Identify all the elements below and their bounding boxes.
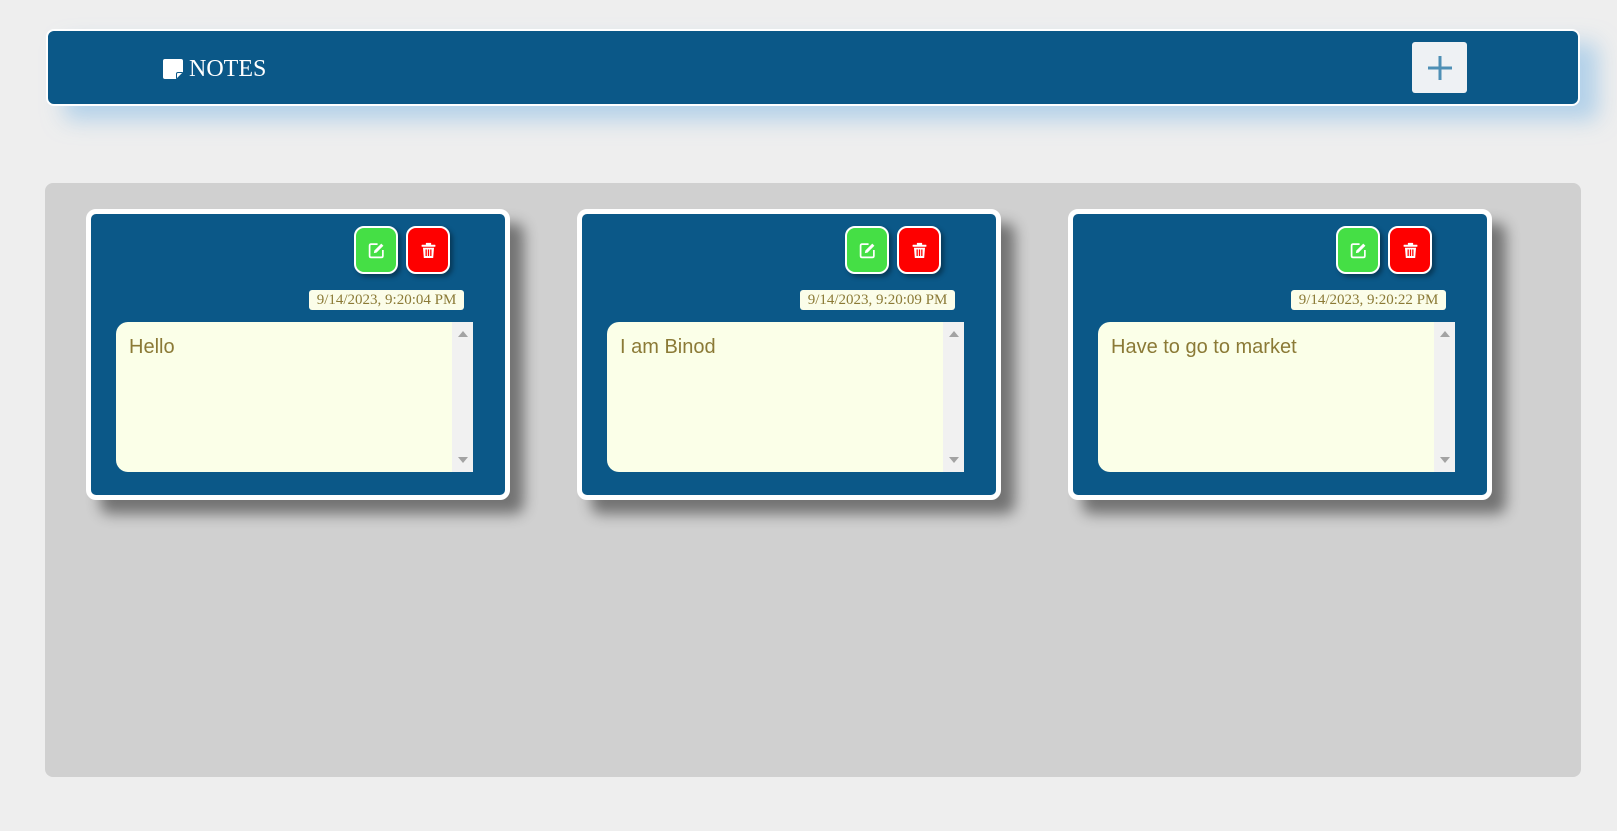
edit-icon [1350,242,1366,258]
scroll-up-arrow-icon[interactable] [949,331,959,337]
note-scrollbar[interactable] [1434,322,1455,472]
plus-icon [1427,55,1452,80]
trash-icon [1403,242,1417,258]
note-text: I am Binod [620,336,716,358]
edit-button[interactable] [845,226,889,274]
scroll-up-arrow-icon[interactable] [458,331,468,337]
scroll-down-arrow-icon[interactable] [1440,457,1450,463]
delete-button[interactable] [897,226,941,274]
app-header: NOTES [46,29,1580,106]
note-textarea[interactable]: Hello [116,322,473,472]
edit-icon [368,242,384,258]
app-title: NOTES [189,55,267,82]
note-scrollbar[interactable] [943,322,964,472]
scroll-up-arrow-icon[interactable] [1440,331,1450,337]
note-card: 9/14/2023, 9:20:09 PM I am Binod [577,209,1001,500]
scroll-down-arrow-icon[interactable] [458,457,468,463]
delete-button[interactable] [1388,226,1432,274]
note-textarea[interactable]: Have to go to market [1098,322,1455,472]
note-card: 9/14/2023, 9:20:22 PM Have to go to mark… [1068,209,1492,500]
trash-icon [912,242,926,258]
edit-icon [859,242,875,258]
note-scrollbar[interactable] [452,322,473,472]
notes-board: 9/14/2023, 9:20:04 PM Hello 9/14/2023, 9… [45,183,1581,777]
app-brand: NOTES [162,55,266,83]
note-textarea[interactable]: I am Binod [607,322,964,472]
note-timestamp: 9/14/2023, 9:20:22 PM [1291,290,1446,310]
note-text: Have to go to market [1111,336,1297,358]
delete-button[interactable] [406,226,450,274]
add-note-button[interactable] [1412,42,1467,93]
note-timestamp: 9/14/2023, 9:20:04 PM [309,290,464,310]
scroll-down-arrow-icon[interactable] [949,457,959,463]
sticky-note-icon [163,59,183,79]
trash-icon [421,242,435,258]
note-card: 9/14/2023, 9:20:04 PM Hello [86,209,510,500]
edit-button[interactable] [354,226,398,274]
note-text: Hello [129,336,175,358]
note-timestamp: 9/14/2023, 9:20:09 PM [800,290,955,310]
edit-button[interactable] [1336,226,1380,274]
